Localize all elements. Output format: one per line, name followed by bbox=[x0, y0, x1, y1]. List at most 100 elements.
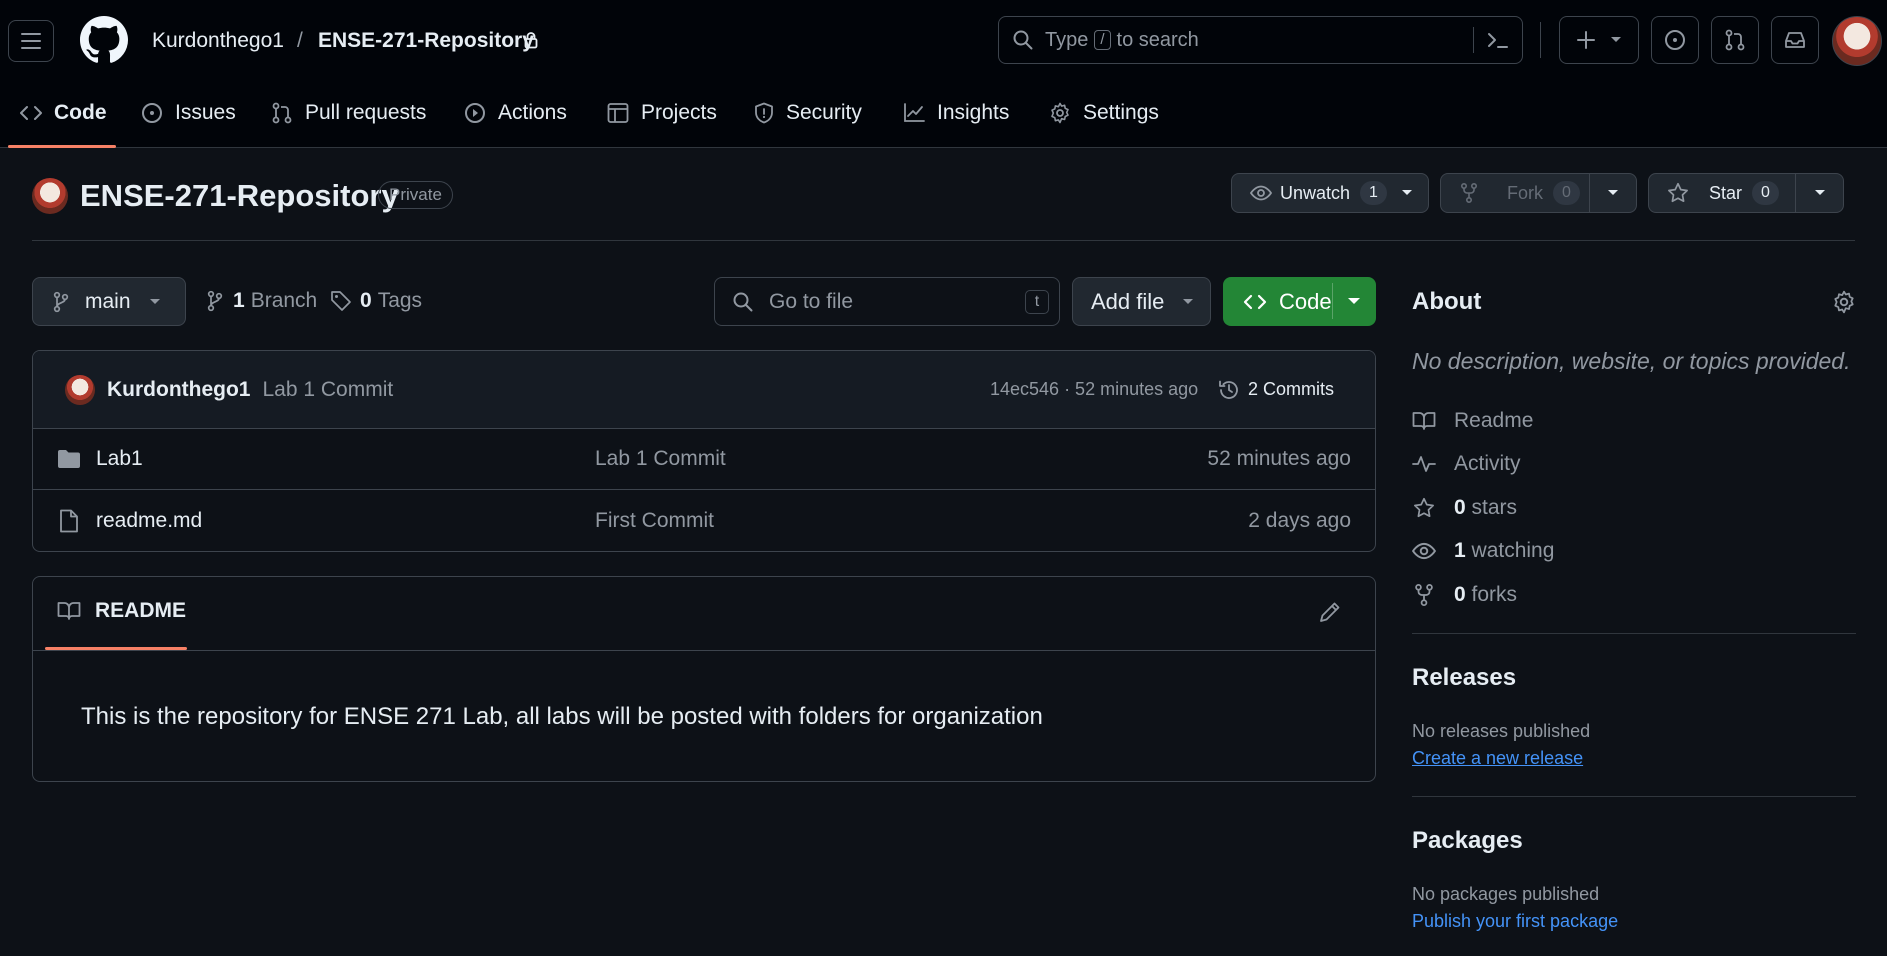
commit-meta[interactable]: 14ec546 · 52 minutes ago bbox=[990, 379, 1198, 400]
star-label: Star bbox=[1709, 182, 1743, 203]
commit-author-avatar[interactable] bbox=[65, 374, 95, 405]
about-watching-count: 1 bbox=[1454, 539, 1466, 562]
create-new-button[interactable] bbox=[1559, 16, 1639, 64]
go-to-file-shortcut: t bbox=[1025, 290, 1049, 314]
about-forks-label: forks bbox=[1471, 583, 1518, 606]
menu-button[interactable] bbox=[8, 20, 54, 62]
branches-link[interactable]: 1 Branch bbox=[207, 289, 317, 313]
header-divider bbox=[1540, 22, 1541, 58]
code-icon bbox=[1243, 294, 1267, 309]
table-row[interactable]: Lab1 Lab 1 Commit 52 minutes ago bbox=[33, 429, 1375, 490]
tab-security[interactable]: Security bbox=[754, 96, 862, 130]
file-table: Kurdonthego1 Lab 1 Commit 14ec546 · 52 m… bbox=[32, 350, 1376, 552]
global-search-input[interactable]: Type / to search bbox=[998, 16, 1523, 64]
pull-requests-header-button[interactable] bbox=[1711, 16, 1759, 64]
file-commit-message[interactable]: First Commit bbox=[595, 509, 714, 533]
table-row[interactable]: readme.md First Commit 2 days ago bbox=[33, 490, 1375, 551]
tab-pull-requests[interactable]: Pull requests bbox=[271, 96, 426, 130]
lock-icon bbox=[524, 32, 538, 49]
readme-tab-label: README bbox=[95, 599, 187, 622]
star-icon bbox=[1668, 182, 1688, 203]
repo-owner-avatar[interactable] bbox=[32, 178, 68, 214]
tab-issues[interactable]: Issues bbox=[141, 96, 236, 130]
sidebar-divider bbox=[1412, 796, 1856, 797]
tag-count-label: Tags bbox=[377, 289, 423, 312]
about-watching-link[interactable]: 1 watching bbox=[1412, 539, 1554, 563]
star-icon bbox=[1414, 497, 1434, 518]
about-readme-link[interactable]: Readme bbox=[1412, 409, 1533, 433]
shield-icon bbox=[755, 102, 773, 124]
search-shortcut-key: / bbox=[1094, 30, 1111, 50]
go-to-file-input[interactable]: Go to file t bbox=[714, 277, 1060, 326]
tab-projects[interactable]: Projects bbox=[607, 96, 717, 130]
code-button[interactable]: Code bbox=[1223, 277, 1376, 326]
readme-header: README bbox=[33, 577, 1375, 651]
packages-heading[interactable]: Packages bbox=[1412, 827, 1523, 855]
add-file-button[interactable]: Add file bbox=[1072, 277, 1211, 326]
tab-pull-requests-label: Pull requests bbox=[305, 101, 427, 124]
gear-icon[interactable] bbox=[1832, 290, 1856, 314]
about-heading: About bbox=[1412, 288, 1482, 315]
add-file-label: Add file bbox=[1091, 288, 1165, 314]
fork-dropdown-button[interactable] bbox=[1589, 173, 1637, 213]
tab-projects-label: Projects bbox=[641, 101, 717, 124]
commit-author[interactable]: Kurdonthego1 bbox=[107, 378, 250, 402]
chevron-down-icon bbox=[1183, 298, 1194, 304]
active-tab-indicator bbox=[8, 145, 116, 148]
about-activity-link[interactable]: Activity bbox=[1412, 452, 1521, 476]
github-mark-icon bbox=[80, 16, 128, 63]
repo-title[interactable]: ENSE-271-Repository bbox=[80, 178, 399, 214]
breadcrumb-separator: / bbox=[297, 29, 303, 52]
tab-security-label: Security bbox=[786, 101, 862, 124]
file-name[interactable]: readme.md bbox=[96, 509, 202, 533]
fork-count: 0 bbox=[1553, 181, 1580, 205]
file-commit-message[interactable]: Lab 1 Commit bbox=[595, 447, 726, 471]
search-placeholder-rest: to search bbox=[1116, 28, 1199, 51]
code-icon bbox=[20, 106, 42, 120]
code-button-divider bbox=[1332, 283, 1333, 319]
unwatch-button[interactable]: Unwatch 1 bbox=[1231, 173, 1429, 213]
tab-insights[interactable]: Insights bbox=[903, 96, 1009, 130]
tab-code-label: Code bbox=[54, 101, 107, 124]
readme-tab[interactable]: README bbox=[57, 599, 186, 623]
plus-icon bbox=[1577, 31, 1595, 49]
publish-package-link[interactable]: Publish your first package bbox=[1412, 911, 1618, 932]
command-palette-icon[interactable] bbox=[1486, 30, 1510, 50]
releases-heading[interactable]: Releases bbox=[1412, 664, 1516, 692]
commits-count: 2 Commits bbox=[1248, 379, 1335, 399]
inbox-button[interactable] bbox=[1771, 16, 1819, 64]
file-age: 2 days ago bbox=[1248, 508, 1351, 532]
branch-icon bbox=[207, 290, 223, 312]
tab-code[interactable]: Code bbox=[20, 96, 107, 130]
fork-button[interactable]: Fork 0 bbox=[1440, 173, 1590, 213]
tab-issues-label: Issues bbox=[175, 101, 236, 124]
hamburger-icon bbox=[21, 33, 41, 49]
github-logo[interactable] bbox=[80, 16, 128, 64]
commits-history-link[interactable]: 2 Commits bbox=[1218, 379, 1334, 401]
about-forks-link[interactable]: 0 forks bbox=[1412, 583, 1517, 607]
about-forks-count: 0 bbox=[1454, 583, 1466, 606]
breadcrumb-repo[interactable]: ENSE-271-Repository bbox=[318, 28, 534, 54]
chevron-down-icon bbox=[149, 298, 160, 304]
tab-settings[interactable]: Settings bbox=[1049, 96, 1159, 130]
latest-commit-bar: Kurdonthego1 Lab 1 Commit 14ec546 · 52 m… bbox=[33, 351, 1375, 429]
star-dropdown-button[interactable] bbox=[1795, 173, 1844, 213]
issues-header-button[interactable] bbox=[1651, 16, 1699, 64]
about-stars-count: 0 bbox=[1454, 496, 1466, 519]
file-name[interactable]: Lab1 bbox=[96, 447, 143, 471]
branch-selector[interactable]: main bbox=[32, 277, 186, 326]
tags-link[interactable]: 0 Tags bbox=[330, 289, 422, 313]
tab-actions[interactable]: Actions bbox=[464, 96, 567, 130]
about-stars-link[interactable]: 0 stars bbox=[1412, 496, 1517, 520]
issue-icon bbox=[142, 103, 162, 123]
commit-message[interactable]: Lab 1 Commit bbox=[262, 378, 393, 402]
folder-icon bbox=[58, 450, 80, 468]
breadcrumb-owner[interactable]: Kurdonthego1 bbox=[152, 28, 284, 54]
book-icon bbox=[1412, 412, 1436, 430]
create-release-link[interactable]: Create a new release bbox=[1412, 748, 1583, 769]
user-avatar[interactable] bbox=[1832, 16, 1882, 66]
pencil-icon[interactable] bbox=[1319, 601, 1341, 623]
tab-settings-label: Settings bbox=[1083, 101, 1159, 124]
about-readme-label: Readme bbox=[1454, 409, 1534, 432]
star-button[interactable]: Star 0 bbox=[1648, 173, 1796, 213]
